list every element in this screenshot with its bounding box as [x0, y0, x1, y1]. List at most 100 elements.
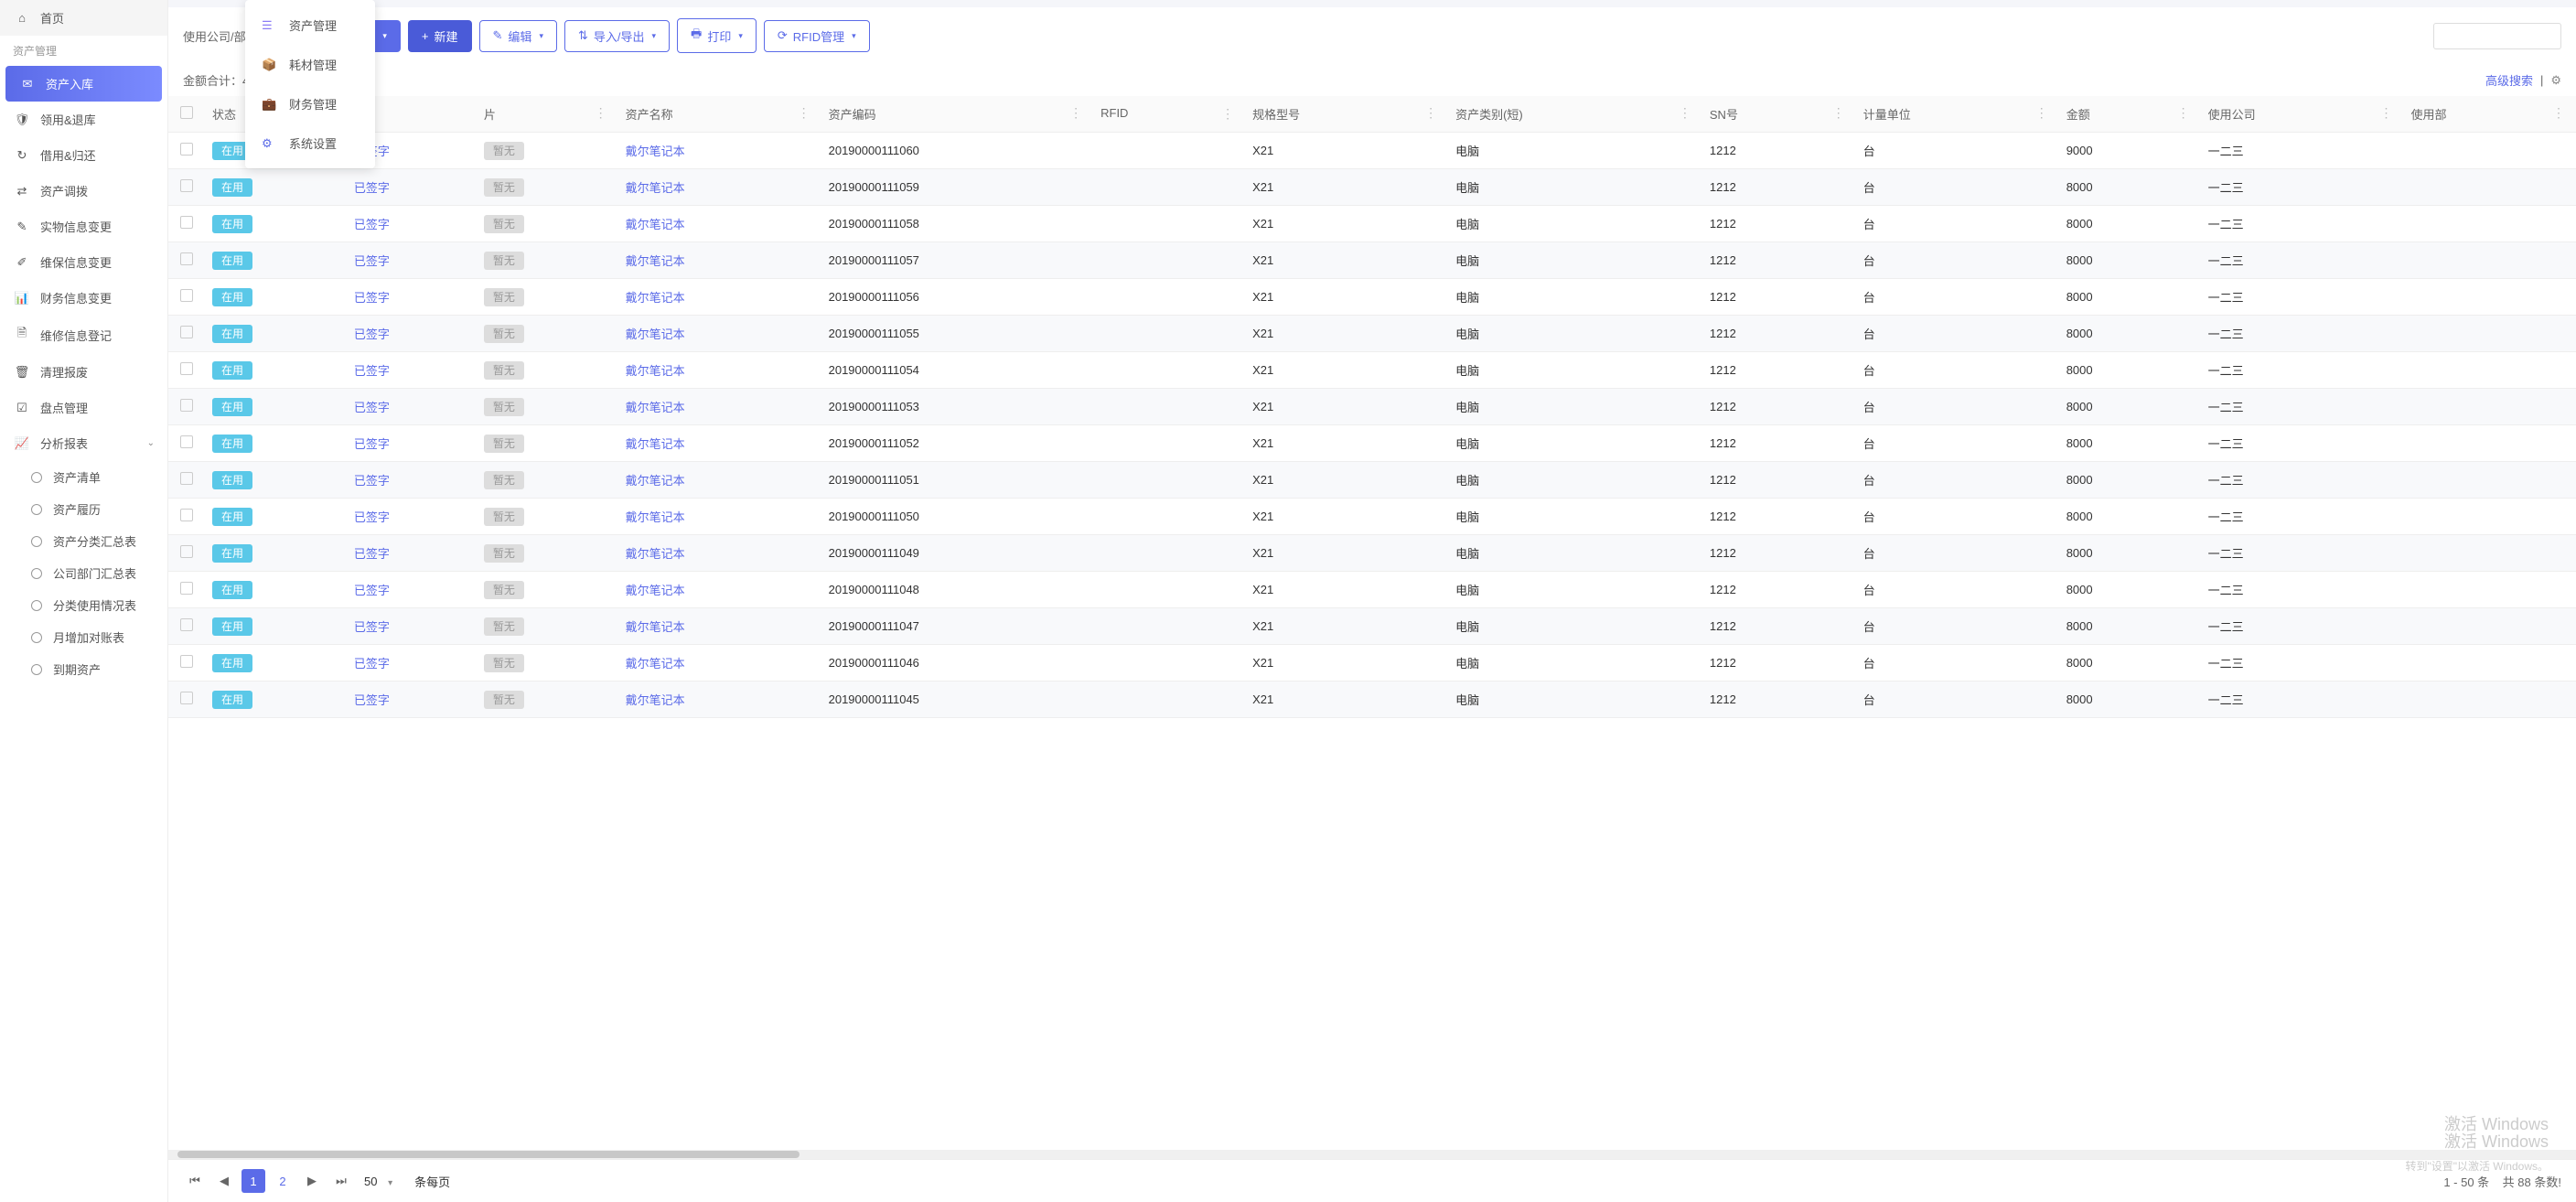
asset-name-link[interactable]: 戴尔笔记本 [626, 437, 685, 451]
column-menu-icon[interactable]: ⋮ [2035, 105, 2048, 121]
table-row[interactable]: 在用 已签字 暂无 戴尔笔记本 20190000111057 X21 电脑 12… [168, 242, 2576, 279]
asset-name-link[interactable]: 戴尔笔记本 [626, 327, 685, 341]
scroll-thumb[interactable] [177, 1151, 800, 1158]
col-header-5[interactable]: RFID⋮ [1093, 96, 1245, 133]
sidebar-item-0[interactable]: ✉资产入库 [5, 66, 162, 102]
col-header-8[interactable]: SN号⋮ [1702, 96, 1856, 133]
col-header-10[interactable]: 金额⋮ [2059, 96, 2201, 133]
import-export-button[interactable]: ⇅ 导入/导出 ▾ [564, 20, 670, 52]
column-menu-icon[interactable]: ⋮ [2552, 105, 2565, 121]
table-row[interactable]: 在用 已签字 暂无 戴尔笔记本 20190000111045 X21 电脑 12… [168, 681, 2576, 718]
row-checkbox[interactable] [180, 143, 193, 156]
asset-name-link[interactable]: 戴尔笔记本 [626, 254, 685, 268]
sidebar-report-4[interactable]: 分类使用情况表 [18, 589, 167, 621]
row-checkbox[interactable] [180, 582, 193, 595]
sidebar-item-1[interactable]: 🛡领用&退库 [0, 102, 167, 137]
table-row[interactable]: 在用 已签字 暂无 戴尔笔记本 20190000111059 X21 电脑 12… [168, 169, 2576, 206]
table-row[interactable]: 在用 已签字 暂无 戴尔笔记本 20190000111046 X21 电脑 12… [168, 645, 2576, 681]
row-checkbox[interactable] [180, 399, 193, 412]
sidebar-item-9[interactable]: ☑盘点管理 [0, 390, 167, 425]
sidebar-report-parent[interactable]: 📈 分析报表 ⌄ [0, 425, 167, 461]
table-row[interactable]: 在用 已签字 暂无 戴尔笔记本 20190000111054 X21 电脑 12… [168, 352, 2576, 389]
column-menu-icon[interactable]: ⋮ [2380, 105, 2393, 121]
rfid-button[interactable]: ⟳ RFID管理 ▾ [764, 20, 870, 52]
row-checkbox[interactable] [180, 179, 193, 192]
column-menu-icon[interactable]: ⋮ [1832, 105, 1845, 121]
select-all-checkbox[interactable] [180, 106, 193, 119]
sidebar-item-2[interactable]: ↻借用&归还 [0, 137, 167, 173]
sidebar-report-5[interactable]: 月增加对账表 [18, 621, 167, 653]
row-checkbox[interactable] [180, 692, 193, 704]
column-menu-icon[interactable]: ⋮ [1424, 105, 1437, 121]
col-header-6[interactable]: 规格型号⋮ [1245, 96, 1448, 133]
table-scroll[interactable]: 状态⋮片⋮资产名称⋮资产编码⋮RFID⋮规格型号⋮资产类别(短)⋮SN号⋮计量单… [168, 96, 2576, 1150]
search-input[interactable] [2433, 23, 2561, 49]
asset-name-link[interactable]: 戴尔笔记本 [626, 145, 685, 158]
sidebar-item-3[interactable]: ⇄资产调拨 [0, 173, 167, 209]
asset-name-link[interactable]: 戴尔笔记本 [626, 291, 685, 305]
row-checkbox[interactable] [180, 545, 193, 558]
table-row[interactable]: 在用 已签字 暂无 戴尔笔记本 20190000111047 X21 电脑 12… [168, 608, 2576, 645]
column-menu-icon[interactable]: ⋮ [2177, 105, 2190, 121]
dropdown-item-1[interactable]: 📦耗材管理 [245, 45, 375, 84]
dropdown-item-0[interactable]: ☰资产管理 [245, 5, 375, 45]
table-row[interactable]: 在用 已签字 暂无 戴尔笔记本 20190000111055 X21 电脑 12… [168, 316, 2576, 352]
row-checkbox[interactable] [180, 326, 193, 338]
col-header-11[interactable]: 使用公司⋮ [2201, 96, 2404, 133]
pager-prev[interactable]: ◀ [212, 1169, 236, 1193]
asset-name-link[interactable]: 戴尔笔记本 [626, 364, 685, 378]
asset-name-link[interactable]: 戴尔笔记本 [626, 510, 685, 524]
table-row[interactable]: 在用 已签字 暂无 戴尔笔记本 20190000111056 X21 电脑 12… [168, 279, 2576, 316]
asset-name-link[interactable]: 戴尔笔记本 [626, 693, 685, 707]
sidebar-item-6[interactable]: 📊财务信息变更 [0, 280, 167, 316]
table-row[interactable]: 在用 已签字 暂无 戴尔笔记本 20190000111052 X21 电脑 12… [168, 425, 2576, 462]
table-row[interactable]: 在用 已签字 暂无 戴尔笔记本 20190000111058 X21 电脑 12… [168, 206, 2576, 242]
horizontal-scrollbar[interactable] [168, 1150, 2576, 1159]
asset-name-link[interactable]: 戴尔笔记本 [626, 218, 685, 231]
col-header-7[interactable]: 资产类别(短)⋮ [1448, 96, 1702, 133]
sidebar-report-1[interactable]: 资产履历 [18, 493, 167, 525]
gear-icon[interactable]: ⚙ [2550, 73, 2561, 88]
sidebar-home[interactable]: ⌂ 首页 [0, 0, 167, 36]
col-header-2[interactable]: 片⋮ [477, 96, 618, 133]
sidebar-item-8[interactable]: 🗑清理报废 [0, 354, 167, 390]
pager-last[interactable]: ⏭ [329, 1169, 353, 1193]
asset-name-link[interactable]: 戴尔笔记本 [626, 401, 685, 414]
asset-name-link[interactable]: 戴尔笔记本 [626, 547, 685, 561]
column-menu-icon[interactable]: ⋮ [1069, 105, 1082, 121]
col-header-3[interactable]: 资产名称⋮ [618, 96, 821, 133]
table-row[interactable]: 在用 已签字 暂无 戴尔笔记本 20190000111060 X21 电脑 12… [168, 133, 2576, 169]
sidebar-report-2[interactable]: 资产分类汇总表 [18, 525, 167, 557]
asset-name-link[interactable]: 戴尔笔记本 [626, 474, 685, 488]
asset-name-link[interactable]: 戴尔笔记本 [626, 584, 685, 597]
sidebar-item-7[interactable]: 🗎维修信息登记 [0, 316, 167, 354]
sidebar-report-0[interactable]: 资产清单 [18, 461, 167, 493]
dropdown-item-2[interactable]: 💼财务管理 [245, 84, 375, 123]
row-checkbox[interactable] [180, 618, 193, 631]
row-checkbox[interactable] [180, 289, 193, 302]
asset-name-link[interactable]: 戴尔笔记本 [626, 181, 685, 195]
table-row[interactable]: 在用 已签字 暂无 戴尔笔记本 20190000111048 X21 电脑 12… [168, 572, 2576, 608]
column-menu-icon[interactable]: ⋮ [1679, 105, 1691, 121]
pager-page-2[interactable]: 2 [271, 1169, 295, 1193]
table-row[interactable]: 在用 已签字 暂无 戴尔笔记本 20190000111053 X21 电脑 12… [168, 389, 2576, 425]
column-menu-icon[interactable]: ⋮ [798, 105, 810, 121]
column-menu-icon[interactable]: ⋮ [595, 105, 607, 121]
col-header-12[interactable]: 使用部⋮ [2404, 96, 2576, 133]
column-menu-icon[interactable]: ⋮ [1221, 106, 1234, 122]
advanced-search-link[interactable]: 高级搜索 [2485, 71, 2533, 89]
asset-name-link[interactable]: 戴尔笔记本 [626, 657, 685, 671]
asset-name-link[interactable]: 戴尔笔记本 [626, 620, 685, 634]
dropdown-item-3[interactable]: ⚙系统设置 [245, 123, 375, 163]
row-checkbox[interactable] [180, 216, 193, 229]
print-button[interactable]: 🖶 打印 ▾ [677, 18, 757, 53]
pager-page-1[interactable]: 1 [242, 1169, 265, 1193]
table-row[interactable]: 在用 已签字 暂无 戴尔笔记本 20190000111049 X21 电脑 12… [168, 535, 2576, 572]
row-checkbox[interactable] [180, 509, 193, 521]
pager-size-select[interactable]: 50 ▾ [359, 1171, 409, 1192]
pager-first[interactable]: ⏮ [183, 1169, 207, 1193]
col-header-9[interactable]: 计量单位⋮ [1856, 96, 2059, 133]
edit-button[interactable]: ✎ 编辑 ▾ [479, 20, 557, 52]
row-checkbox[interactable] [180, 655, 193, 668]
row-checkbox[interactable] [180, 252, 193, 265]
